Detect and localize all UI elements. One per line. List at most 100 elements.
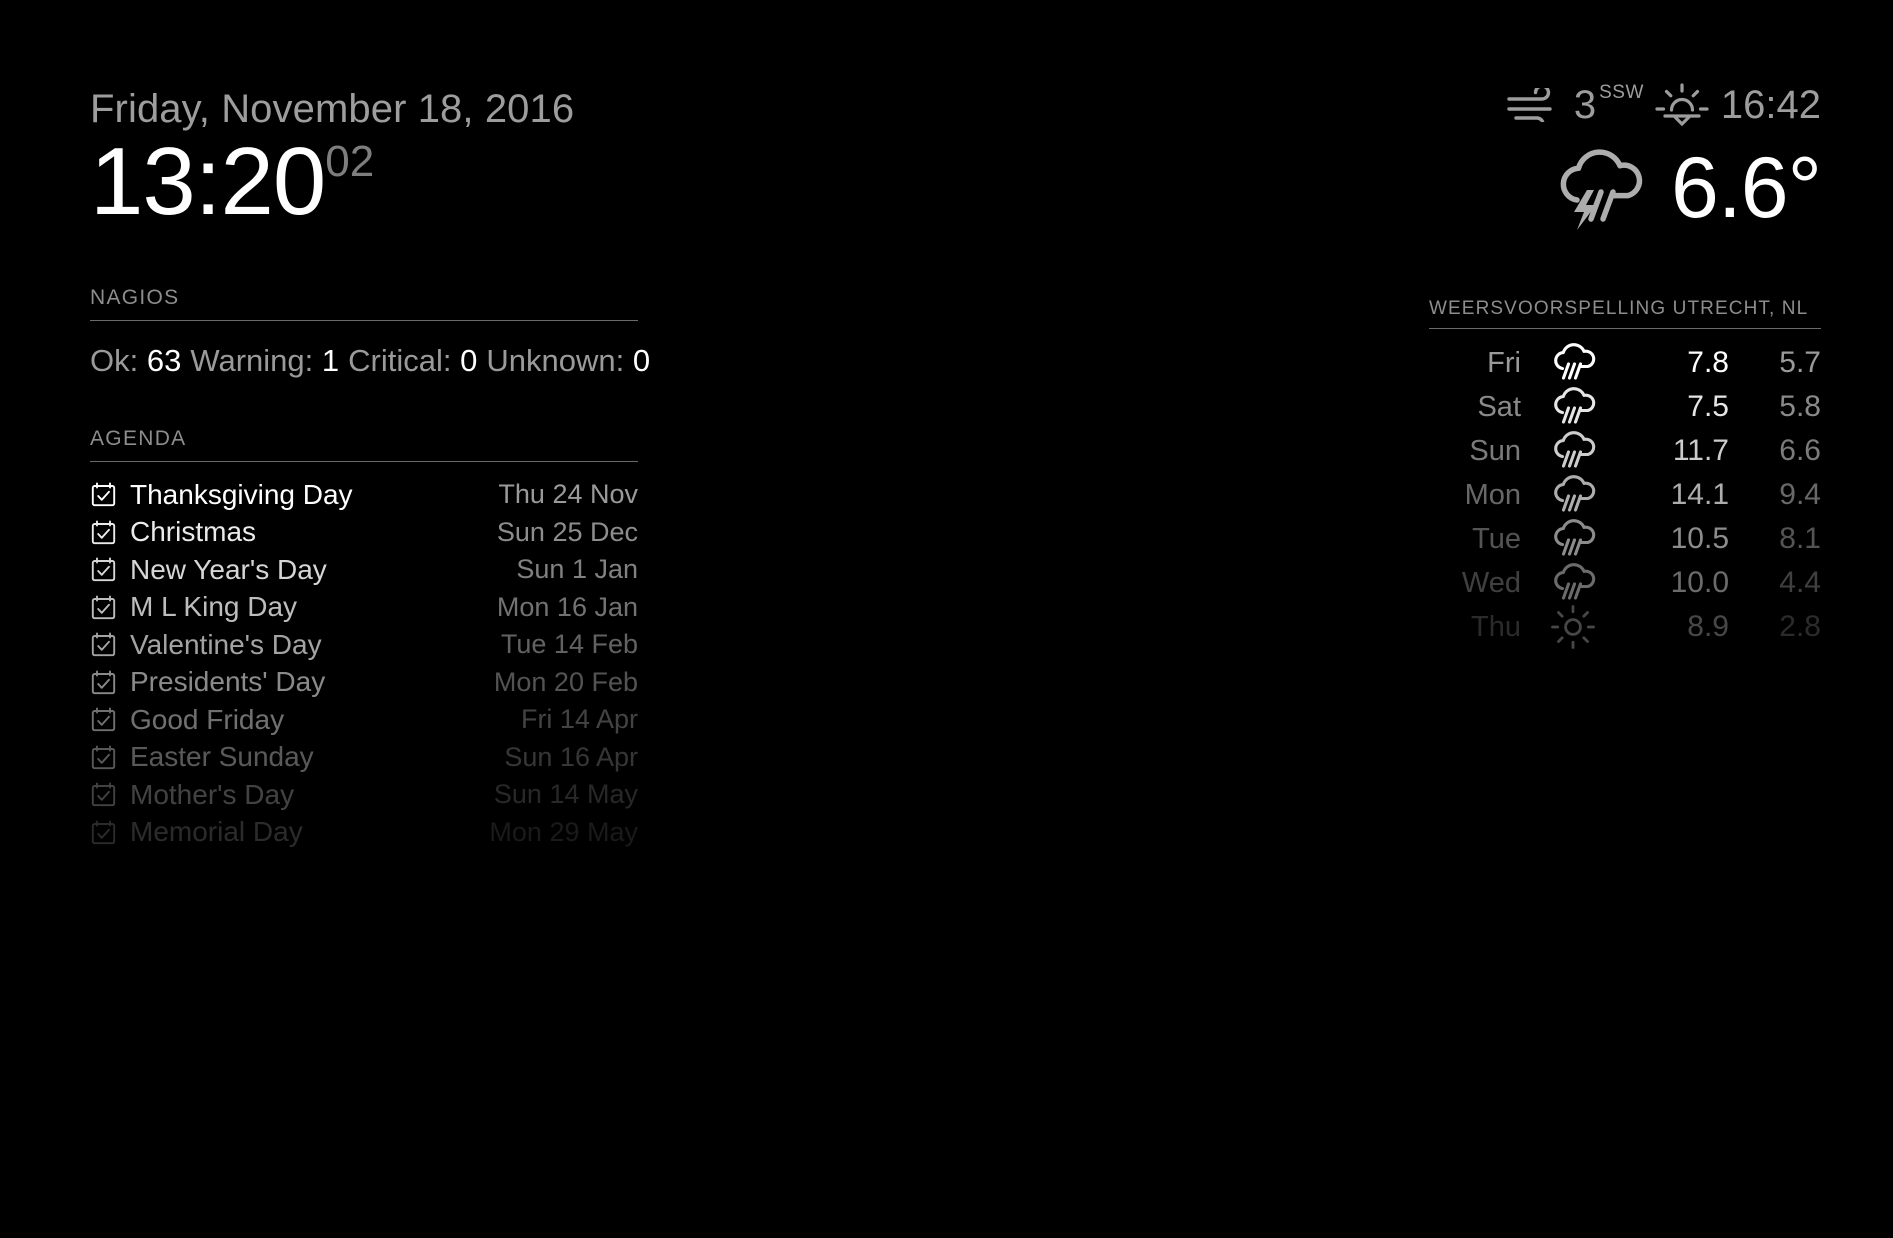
- agenda-divider: [90, 461, 638, 462]
- forecast-high-temp: 14.1: [1670, 478, 1729, 511]
- nagios-warning-value: 1: [321, 343, 340, 378]
- calendar-check-icon: [90, 781, 130, 808]
- nagios-title: Nagios: [90, 286, 180, 309]
- nagios-critical-value: 0: [460, 343, 478, 378]
- nagios-unknown: Unknown: 0: [486, 343, 650, 378]
- agenda-item-date: Sun 1 Jan: [516, 554, 638, 585]
- forecast-day: Mon: [1464, 478, 1521, 511]
- agenda-item-date: Fri 14 Apr: [520, 704, 638, 735]
- agenda-item[interactable]: Mother's Day Sun 14 May: [90, 776, 638, 814]
- forecast-day: Sun: [1469, 434, 1521, 467]
- calendar-check-icon: [90, 519, 130, 546]
- agenda-item-name: M L King Day: [130, 591, 298, 623]
- forecast-divider: [1429, 328, 1821, 329]
- forecast-day: Thu: [1471, 610, 1521, 643]
- forecast-section: Weersvoorspelling Utrecht, NL Fri 7.8 5.7 S…: [1429, 298, 1821, 649]
- dashboard-screen: Friday, November 18, 2016 13:2002 Nagios…: [0, 0, 1893, 1238]
- agenda-item-date: Sun 25 Dec: [496, 516, 638, 547]
- agenda-item-name: Christmas: [130, 516, 257, 548]
- agenda-item-name: Thanksgiving Day: [130, 478, 353, 510]
- agenda-item[interactable]: Valentine's Day Tue 14 Feb: [90, 626, 638, 664]
- clock-seconds: 02: [325, 137, 375, 186]
- agenda-item-name: Easter Sunday: [130, 741, 314, 773]
- forecast-day: Sat: [1477, 390, 1521, 423]
- calendar-check-icon: [90, 631, 130, 658]
- nagios-unknown-label: Unknown:: [486, 343, 625, 378]
- forecast-row: Wed 10.0 4.4: [1429, 561, 1821, 605]
- nagios-warning-label: Warning:: [190, 343, 314, 378]
- forecast-high-temp: 7.5: [1687, 390, 1729, 423]
- current-temperature-row: 6.6°: [1429, 140, 1822, 236]
- nagios-section: Nagios Ok: 63 Warning: 1 Critical: 0 Unknow…: [90, 286, 650, 379]
- agenda-list: Thanksgiving Day Thu 24 Nov Christmas Sun 2…: [90, 476, 638, 851]
- forecast-high-temp: 10.5: [1670, 522, 1729, 555]
- agenda-item-name: Mother's Day: [130, 778, 295, 810]
- forecast-row: Thu 8.9 2.8: [1429, 605, 1821, 649]
- calendar-check-icon: [90, 819, 130, 846]
- left-panel: Friday, November 18, 2016 13:2002 Nagios…: [90, 87, 650, 851]
- nagios-unknown-value: 0: [632, 343, 651, 378]
- rain-cloud-icon: [1525, 343, 1621, 383]
- forecast-day: Fri: [1487, 346, 1521, 379]
- nagios-critical-label: Critical:: [348, 343, 452, 378]
- sun-icon: [1525, 604, 1621, 650]
- calendar-check-icon: [90, 594, 130, 621]
- agenda-item[interactable]: M L King Day Mon 16 Jan: [90, 589, 638, 627]
- agenda-item[interactable]: Memorial Day Mon 29 May: [90, 814, 638, 852]
- nagios-ok: Ok: 63: [90, 343, 181, 378]
- calendar-check-icon: [90, 481, 130, 508]
- forecast-high-temp: 8.9: [1687, 610, 1729, 643]
- agenda-section: Agenda Thanksgiving Day Thu 24 Nov Christm…: [90, 427, 638, 851]
- agenda-item[interactable]: Presidents' Day Mon 20 Feb: [90, 664, 638, 702]
- calendar-check-icon: [90, 744, 130, 771]
- agenda-item-date: Mon 29 May: [489, 816, 638, 847]
- rain-cloud-icon: [1525, 519, 1621, 559]
- agenda-item[interactable]: Good Friday Fri 14 Apr: [90, 701, 638, 739]
- agenda-item-name: Valentine's Day: [130, 628, 322, 660]
- rain-cloud-icon: [1525, 563, 1621, 603]
- forecast-day: Tue: [1472, 522, 1521, 555]
- agenda-item-name: Presidents' Day: [130, 666, 326, 698]
- right-panel: 3 SSW 16:42 6.6° WEERSVOORSPELLING UTREC…: [1429, 80, 1822, 649]
- agenda-item[interactable]: Easter Sunday Sun 16 Apr: [90, 739, 638, 777]
- forecast-low-temp: 9.4: [1779, 478, 1821, 511]
- agenda-item-name: Good Friday: [130, 703, 285, 735]
- rain-cloud-icon: [1525, 431, 1621, 471]
- sunset-icon: [1651, 81, 1713, 129]
- agenda-item-name: Memorial Day: [130, 816, 303, 848]
- rain-cloud-icon: [1525, 387, 1621, 427]
- agenda-item-date: Tue 14 Feb: [500, 629, 638, 660]
- forecast-row: Mon 14.1 9.4: [1429, 473, 1821, 517]
- forecast-low-temp: 5.8: [1779, 390, 1821, 423]
- forecast-list: Fri 7.8 5.7 Sat 7.5 5.8 Sun 11.7 6.6 Mon 14.1 9.4 Tu…: [1429, 341, 1821, 649]
- forecast-low-temp: 8.1: [1779, 522, 1821, 555]
- forecast-low-temp: 4.4: [1779, 566, 1821, 599]
- forecast-low-temp: 5.7: [1779, 346, 1821, 379]
- forecast-row: Sun 11.7 6.6: [1429, 429, 1821, 473]
- forecast-high-temp: 10.0: [1670, 566, 1729, 599]
- forecast-row: Tue 10.5 8.1: [1429, 517, 1821, 561]
- calendar-check-icon: [90, 706, 130, 733]
- forecast-title: Weersvoorspelling Utrecht, NL: [1429, 298, 1809, 319]
- nagios-status-line: Ok: 63 Warning: 1 Critical: 0 Unknown: 0: [90, 343, 650, 379]
- wind-icon: [1506, 88, 1564, 122]
- calendar-check-icon: [90, 669, 130, 696]
- agenda-item-date: Mon 20 Feb: [493, 666, 638, 697]
- sunset-time: 16:42: [1720, 83, 1821, 127]
- agenda-item[interactable]: New Year's Day Sun 1 Jan: [90, 551, 638, 589]
- current-time: 13:2002: [90, 134, 638, 230]
- forecast-high-temp: 7.8: [1687, 346, 1729, 379]
- rain-cloud-icon: [1525, 475, 1621, 515]
- agenda-item-date: Thu 24 Nov: [498, 479, 638, 510]
- agenda-item[interactable]: Christmas Sun 25 Dec: [90, 514, 638, 552]
- nagios-ok-value: 63: [146, 343, 182, 378]
- current-date: Friday, November 18, 2016: [90, 87, 575, 131]
- nagios-divider: [90, 320, 638, 321]
- forecast-day: Wed: [1461, 566, 1521, 599]
- agenda-item[interactable]: Thanksgiving Day Thu 24 Nov: [90, 476, 638, 514]
- agenda-item-date: Mon 16 Jan: [496, 591, 638, 622]
- agenda-item-date: Sun 14 May: [493, 779, 638, 810]
- forecast-row: Sat 7.5 5.8: [1429, 385, 1821, 429]
- nagios-ok-label: Ok:: [90, 343, 139, 378]
- current-temperature: 6.6°: [1671, 140, 1822, 236]
